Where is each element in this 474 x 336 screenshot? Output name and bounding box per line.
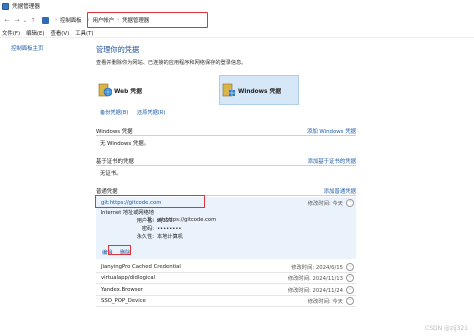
windows-credentials-button[interactable]: Windows 凭据 xyxy=(219,75,299,105)
detail-value: 本地计算机 xyxy=(157,234,183,240)
forward-icon[interactable]: → xyxy=(12,14,22,26)
credential-modified: 修改时间: 今天 xyxy=(307,200,343,207)
credential-row[interactable]: virtualapp/didlogical 修改时间: 2024/11/13 ˅ xyxy=(96,273,356,284)
breadcrumb-separator: › xyxy=(55,17,57,23)
menu-view[interactable]: 查看(V) xyxy=(51,29,70,37)
windows-credentials-heading: Windows 凭据 xyxy=(96,129,133,135)
windows-credentials-section: Windows 凭据 添加 Windows 凭据 无 Windows 凭据。 xyxy=(96,127,356,150)
add-generic-credential-link[interactable]: 添加普通凭据 xyxy=(324,187,356,195)
add-windows-credential-link[interactable]: 添加 Windows 凭据 xyxy=(307,127,356,135)
detail-persistence: 永久性: 本地计算机 xyxy=(96,233,183,240)
breadcrumb-control-panel[interactable]: 控制面板 xyxy=(60,16,82,24)
detail-label: 密码: xyxy=(141,226,154,232)
detail-value: •••••••• xyxy=(157,226,182,232)
certificate-credentials-heading: 基于证书的凭据 xyxy=(96,159,134,165)
backup-restore-links: 备份凭据(B) 还原凭据(R) xyxy=(100,109,172,116)
chevron-down-icon[interactable]: ˅ xyxy=(346,286,354,294)
window-title: 凭据管理器 xyxy=(12,4,40,10)
credential-modified: 修改时间: 今天 xyxy=(307,299,343,305)
add-certificate-credential-link[interactable]: 添加基于证书的凭据 xyxy=(307,157,356,165)
chevron-down-icon[interactable]: ˅ xyxy=(346,274,354,282)
watermark: CSDN @zlj321 xyxy=(425,325,468,332)
credential-modified: 修改时间: 2024/6/15 xyxy=(291,265,343,271)
web-credentials-label: Web 凭据 xyxy=(114,88,142,95)
windows-credentials-icon xyxy=(222,82,236,98)
windows-credentials-label: Windows 凭据 xyxy=(238,88,282,95)
highlight-box-breadcrumb xyxy=(87,12,208,28)
credential-modified: 修改时间: 2024/11/24 xyxy=(287,288,343,294)
detail-username: 用户名: zlj321 xyxy=(96,217,173,224)
highlight-box-credential xyxy=(95,195,205,208)
backup-credentials-link[interactable]: 备份凭据(B) xyxy=(100,110,128,116)
menu-edit[interactable]: 编辑(E) xyxy=(26,29,44,37)
credential-name: virtualapp/didlogical xyxy=(101,275,156,281)
certificate-credentials-section: 基于证书的凭据 添加基于证书的凭据 无证书。 xyxy=(96,157,356,180)
back-icon[interactable]: ← xyxy=(2,14,12,26)
credential-name: Yandex.Browser xyxy=(101,287,143,293)
credential-name: JianyingPro Cached Credential xyxy=(101,264,181,270)
main-content: 管理你的凭据 查看并删除你为网站、已连接的应用程序和网络保存的登录信息。 Web… xyxy=(88,38,474,336)
chevron-up-icon[interactable]: ˄ xyxy=(346,198,354,207)
credential-row[interactable]: Yandex.Browser 修改时间: 2024/11/24 ˅ xyxy=(96,285,356,296)
detail-value: zlj321 xyxy=(157,218,173,224)
control-panel-icon xyxy=(42,16,49,24)
web-credentials-icon xyxy=(98,82,113,98)
page-title: 管理你的凭据 xyxy=(96,45,140,54)
menu-bar: 文件(F) 编辑(E) 查看(V) 工具(T) xyxy=(0,29,474,38)
chevron-down-icon[interactable]: ˅ xyxy=(346,297,354,305)
credential-name: SSO_POP_Device xyxy=(101,298,146,304)
page-description: 查看并删除你为网站、已连接的应用程序和网络保存的登录信息。 xyxy=(96,60,247,66)
windows-credentials-empty: 无 Windows 凭据。 xyxy=(100,141,150,147)
control-panel-home-link[interactable]: 控制面板主页 xyxy=(11,44,43,52)
menu-tools[interactable]: 工具(T) xyxy=(75,29,93,37)
certificate-credentials-empty: 无证书。 xyxy=(100,171,122,177)
title-bar: 凭据管理器 xyxy=(0,0,474,12)
detail-label: 用户名: xyxy=(136,218,154,224)
restore-credentials-link[interactable]: 还原凭据(R) xyxy=(137,110,165,116)
credential-row[interactable]: JianyingPro Cached Credential 修改时间: 2024… xyxy=(96,262,356,273)
web-credentials-button[interactable]: Web 凭据 xyxy=(98,75,168,105)
detail-label: 永久性: xyxy=(136,234,154,240)
up-icon[interactable]: ↑ xyxy=(28,14,38,26)
credential-manager-icon xyxy=(2,2,9,10)
highlight-box-delete xyxy=(108,245,131,255)
chevron-down-icon[interactable]: ˅ xyxy=(346,263,354,271)
sidebar: 控制面板主页 xyxy=(0,38,88,336)
menu-file[interactable]: 文件(F) xyxy=(2,29,20,37)
generic-credentials-heading: 普通凭据 xyxy=(96,189,118,195)
credential-modified: 修改时间: 2024/11/13 xyxy=(287,276,343,282)
detail-password: 密码: •••••••• xyxy=(96,225,182,232)
address-bar: ← → ⌄ ↑ › 控制面板 › 用户帐户 › 凭据管理器 xyxy=(0,12,474,28)
credential-row[interactable]: SSO_POP_Device 修改时间: 今天 ˅ xyxy=(96,296,356,307)
